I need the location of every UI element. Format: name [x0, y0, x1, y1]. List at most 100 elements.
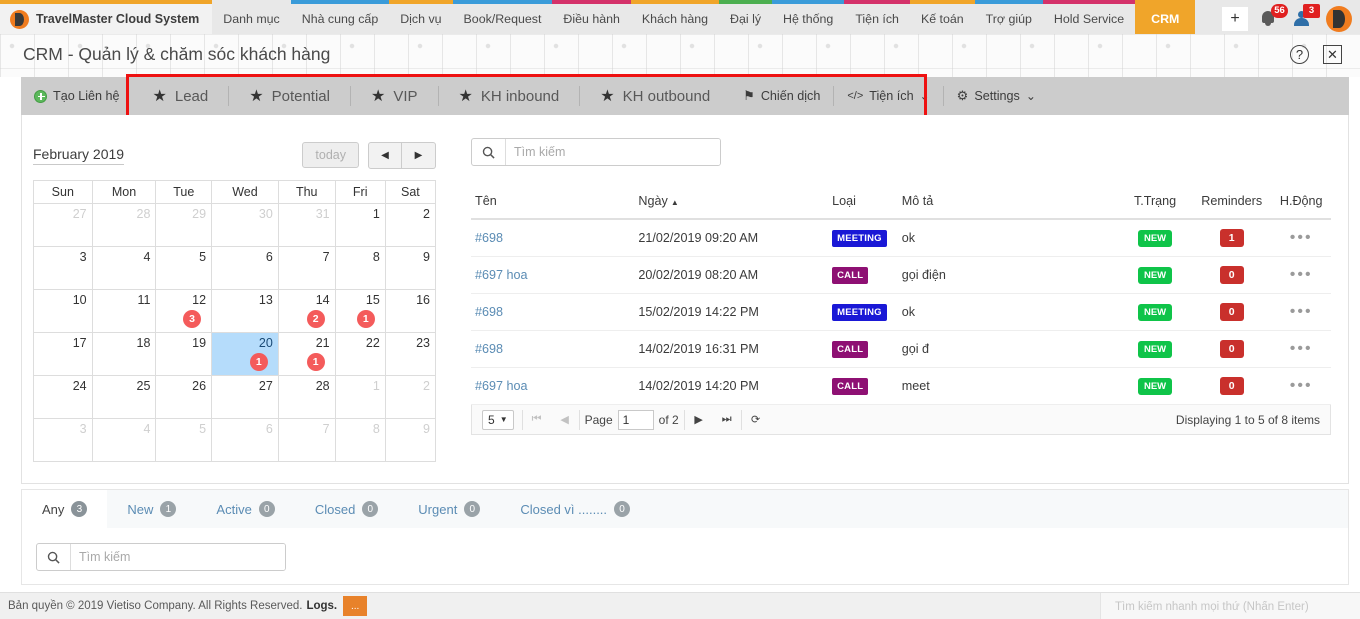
calendar-day-cell[interactable]: 2: [384, 375, 437, 419]
toolbar-menu-tiện-ích[interactable]: </> Tiện ích ⌄: [834, 77, 942, 115]
calendar-day-cell[interactable]: 17: [33, 332, 93, 376]
calendar-day-cell[interactable]: 24: [33, 375, 93, 419]
nav-item-d-ch-v-[interactable]: Dịch vụ: [389, 0, 453, 34]
ticket-tab-closed-v-[interactable]: Closed vì ........ 0: [500, 490, 650, 528]
row-name-link[interactable]: #697 hoa: [475, 379, 528, 393]
activity-search-input[interactable]: [506, 139, 720, 165]
calendar-day-cell[interactable]: 12 3: [155, 289, 213, 333]
toolbar-menu-chiến-dịch[interactable]: ⚑ Chiến dịch: [730, 77, 833, 115]
calendar-day-cell[interactable]: 4: [91, 246, 157, 290]
calendar-day-badge[interactable]: 1: [249, 353, 268, 371]
avatar[interactable]: [1326, 6, 1352, 32]
calendar-prev-button[interactable]: ◀: [368, 141, 402, 169]
calendar-day-cell[interactable]: 4: [91, 418, 157, 462]
calendar-day-badge[interactable]: 2: [306, 310, 325, 328]
help-icon[interactable]: ?: [1290, 45, 1309, 64]
calendar-day-cell[interactable]: 1: [334, 203, 386, 247]
calendar-day-cell[interactable]: 14 2: [277, 289, 336, 333]
row-name-link[interactable]: #698: [475, 342, 503, 356]
calendar-day-cell[interactable]: 6: [211, 418, 279, 462]
table-row[interactable]: #698 21/02/2019 09:20 AM MEETING ok NEW 1 •••: [471, 219, 1331, 257]
calendar-day-cell[interactable]: 27: [33, 203, 93, 247]
star-tab-kh-outbound[interactable]: ★ KH outbound: [580, 77, 730, 115]
calendar-day-cell[interactable]: 5: [155, 246, 213, 290]
add-button[interactable]: +: [1222, 7, 1248, 31]
calendar-day-cell[interactable]: 25: [91, 375, 157, 419]
table-row[interactable]: #698 14/02/2019 16:31 PM CALL gọi đ NEW 0 •••: [471, 330, 1331, 368]
row-actions-button[interactable]: •••: [1290, 340, 1313, 357]
users-button[interactable]: 3: [1292, 4, 1320, 31]
column-header-t-n[interactable]: Tên: [471, 188, 635, 220]
row-name-link[interactable]: #698: [475, 231, 503, 245]
calendar-day-cell[interactable]: 16: [384, 289, 437, 333]
nav-item-kh-ch-h-ng[interactable]: Khách hàng: [630, 0, 720, 34]
table-row[interactable]: #698 15/02/2019 14:22 PM MEETING ok NEW 0 •••: [471, 293, 1331, 331]
row-reminders-badge[interactable]: 0: [1219, 303, 1244, 321]
logs-link[interactable]: Logs.: [306, 600, 337, 612]
calendar-day-cell[interactable]: 8: [334, 418, 386, 462]
row-actions-button[interactable]: •••: [1290, 303, 1313, 320]
row-actions-button[interactable]: •••: [1290, 266, 1313, 283]
nav-item--i-u-h-nh[interactable]: Điều hành: [552, 0, 631, 34]
create-contact-button[interactable]: Tạo Liên hệ: [21, 77, 133, 115]
ticket-tab-urgent[interactable]: Urgent 0: [398, 490, 500, 528]
row-name-link[interactable]: #698: [475, 305, 503, 319]
calendar-day-cell[interactable]: 28: [91, 203, 157, 247]
pager-next-button[interactable]: ▶: [685, 413, 713, 426]
calendar-day-cell[interactable]: 9: [384, 246, 437, 290]
nav-item-crm[interactable]: CRM: [1135, 0, 1196, 34]
row-actions-button[interactable]: •••: [1290, 377, 1313, 394]
calendar-day-cell[interactable]: 19: [155, 332, 213, 376]
calendar-day-cell[interactable]: 15 1: [334, 289, 386, 333]
row-reminders-badge[interactable]: 1: [1219, 229, 1244, 247]
nav-item--i-l-[interactable]: Đại lý: [719, 0, 773, 34]
column-header-t-tr-ng[interactable]: T.Trạng: [1118, 188, 1192, 220]
calendar-day-badge[interactable]: 1: [356, 310, 375, 328]
notifications-button[interactable]: 56: [1258, 4, 1288, 31]
calendar-day-cell[interactable]: 3: [33, 418, 93, 462]
calendar-day-cell[interactable]: 22: [334, 332, 386, 376]
calendar-day-cell[interactable]: 23: [384, 332, 437, 376]
calendar-day-cell[interactable]: 31: [277, 203, 336, 247]
brand-logo-area[interactable]: TravelMaster Cloud System: [0, 0, 213, 34]
calendar-day-cell[interactable]: 7: [277, 246, 336, 290]
quick-search-input[interactable]: [1115, 600, 1360, 613]
calendar-day-cell[interactable]: 2: [384, 203, 437, 247]
row-reminders-badge[interactable]: 0: [1219, 266, 1244, 284]
calendar-day-cell[interactable]: 3: [33, 246, 93, 290]
calendar-today-button[interactable]: today: [302, 142, 359, 168]
ticket-search[interactable]: [36, 543, 286, 571]
column-header-ng-y[interactable]: Ngày ▲: [634, 188, 829, 220]
pager-first-button[interactable]: ⏮: [523, 413, 551, 426]
toolbar-menu-settings[interactable]: ⚙ Settings ⌄: [944, 77, 1049, 115]
nav-item-hold-service[interactable]: Hold Service: [1042, 0, 1136, 34]
nav-item-book-request[interactable]: Book/Request: [452, 0, 553, 34]
ticket-tab-closed[interactable]: Closed 0: [295, 490, 398, 528]
calendar-day-badge[interactable]: 1: [306, 353, 325, 371]
row-name-link[interactable]: #697 hoa: [475, 268, 528, 282]
column-header-lo-i[interactable]: Loại: [828, 188, 898, 220]
calendar-day-cell[interactable]: 11: [91, 289, 157, 333]
ticket-tab-new[interactable]: New 1: [107, 490, 196, 528]
nav-item-ti-n-ch[interactable]: Tiện ích: [844, 0, 910, 34]
star-tab-potential[interactable]: ★ Potential: [229, 77, 350, 115]
calendar-day-cell[interactable]: 28: [277, 375, 336, 419]
calendar-day-cell[interactable]: 13: [211, 289, 279, 333]
nav-item-tr-gi-p[interactable]: Trợ giúp: [974, 0, 1043, 34]
page-size-select[interactable]: 5 ▼: [482, 409, 514, 430]
nav-item-k-to-n[interactable]: Kế toán: [909, 0, 975, 34]
quick-search[interactable]: [1100, 593, 1360, 619]
row-reminders-badge[interactable]: 0: [1219, 377, 1244, 395]
calendar-day-cell[interactable]: 26: [155, 375, 213, 419]
star-tab-lead[interactable]: ★ Lead: [133, 77, 229, 115]
calendar-day-cell[interactable]: 7: [277, 418, 336, 462]
calendar-day-cell[interactable]: 21 1: [277, 332, 336, 376]
row-actions-button[interactable]: •••: [1290, 229, 1313, 246]
ticket-tab-active[interactable]: Active 0: [196, 490, 294, 528]
close-icon[interactable]: ✕: [1323, 45, 1342, 64]
nav-item-danh-m-c[interactable]: Danh mục: [212, 0, 291, 34]
star-tab-kh-inbound[interactable]: ★ KH inbound: [439, 77, 580, 115]
calendar-next-button[interactable]: ▶: [402, 141, 436, 169]
nav-item-nh-cung-c-p[interactable]: Nhà cung cấp: [290, 0, 390, 34]
pager-last-button[interactable]: ⏭: [713, 413, 741, 426]
